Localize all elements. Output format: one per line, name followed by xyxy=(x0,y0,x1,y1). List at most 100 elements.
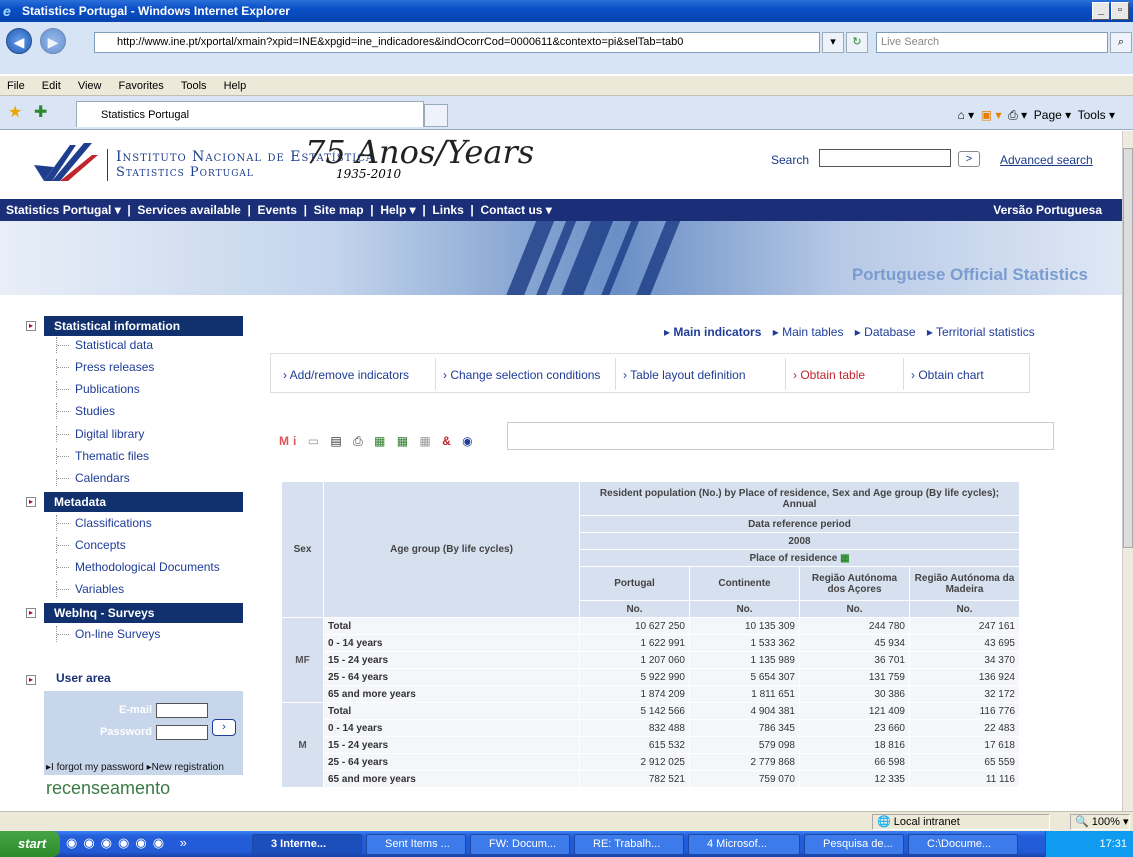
site-search-button[interactable]: > xyxy=(958,151,980,167)
tab-statistics-portugal[interactable]: Statistics Portugal xyxy=(76,101,424,127)
advanced-search-link[interactable]: Advanced search xyxy=(1000,153,1093,167)
expand-icon[interactable]: ▸ xyxy=(26,321,36,331)
sidebar-item-statistical-data[interactable]: Statistical data xyxy=(56,337,153,353)
menu-view[interactable]: View xyxy=(71,76,109,96)
zoom-control[interactable]: 🔍 100% ▾ xyxy=(1070,814,1130,830)
nav-contact[interactable]: Contact us ▾ xyxy=(480,203,551,217)
sidebar-item-online-surveys[interactable]: On-line Surveys xyxy=(56,626,160,642)
print-icon[interactable]: ⎙ ▾ xyxy=(1008,108,1027,122)
login-button[interactable]: › xyxy=(212,719,236,736)
table-row: MF Total 10 627 250 10 135 309 244 780 247 16… xyxy=(281,617,1020,703)
taskbar-item-fw[interactable]: FW: Docum... xyxy=(470,834,570,855)
sidebar-statistical-information[interactable]: Statistical information xyxy=(44,316,243,336)
home-icon[interactable]: ⌂ ▾ xyxy=(957,108,974,122)
back-icon[interactable]: ◀ xyxy=(6,28,32,54)
tab-territorial-statistics[interactable]: ▸ Territorial statistics xyxy=(927,325,1035,339)
tools-menu[interactable]: Tools ▾ xyxy=(1078,108,1115,122)
export-csv-icon[interactable]: ▦ xyxy=(397,434,412,448)
taskbar-item-pesquisa[interactable]: Pesquisa de... xyxy=(804,834,904,855)
tab-main-tables[interactable]: ▸ Main tables xyxy=(773,325,844,339)
favorites-star-icon[interactable]: ★ xyxy=(8,102,22,122)
value-cell: 30 386 xyxy=(799,685,910,703)
taskbar-item-word[interactable]: 4 Microsof... xyxy=(688,834,800,855)
sidebar-item-concepts[interactable]: Concepts xyxy=(56,537,126,553)
scrollbar-thumb[interactable] xyxy=(1123,148,1133,548)
page-menu[interactable]: Page ▾ xyxy=(1034,108,1071,122)
minimize-button[interactable]: _ xyxy=(1092,2,1110,20)
sidebar-metadata[interactable]: Metadata xyxy=(44,492,243,512)
menu-help[interactable]: Help xyxy=(217,76,254,96)
sidebar-webinq[interactable]: WebInq - Surveys xyxy=(44,603,243,623)
quick-launch[interactable]: ◉◉◉◉◉◉ » xyxy=(66,835,193,851)
sidebar-item-studies[interactable]: Studies xyxy=(56,403,115,419)
menu-edit[interactable]: Edit xyxy=(35,76,68,96)
recenseamento-logo[interactable]: recenseamento xyxy=(46,778,170,799)
taskbar-item-sent-items[interactable]: Sent Items ... xyxy=(366,834,466,855)
obtain-table-link[interactable]: › Obtain table xyxy=(793,368,865,382)
nav-site-map[interactable]: Site map xyxy=(314,203,364,217)
obtain-chart-link[interactable]: › Obtain chart xyxy=(911,368,984,382)
col-header: Continente xyxy=(689,566,800,601)
password-label: Password xyxy=(100,726,152,738)
menu-file[interactable]: File xyxy=(0,76,32,96)
versao-portuguesa-link[interactable]: Versão Portuguesa xyxy=(993,199,1102,221)
forward-icon[interactable]: ▶ xyxy=(40,28,66,54)
menu-tools[interactable]: Tools xyxy=(174,76,214,96)
taskbar-item-re[interactable]: RE: Trabalh... xyxy=(574,834,684,855)
nav-events[interactable]: Events xyxy=(258,203,297,217)
sidebar-item-classifications[interactable]: Classifications xyxy=(56,515,152,531)
sidebar-item-variables[interactable]: Variables xyxy=(56,581,124,597)
export-icon[interactable]: ▦ xyxy=(419,434,434,448)
refresh-icon[interactable]: ↻ xyxy=(846,32,868,53)
sidebar-item-methodological-documents[interactable]: Methodological Documents xyxy=(56,559,220,575)
value-cell: 2 912 025 xyxy=(579,753,690,771)
change-selection-link[interactable]: › Change selection conditions xyxy=(443,368,600,382)
expand-icon[interactable]: ▸ xyxy=(26,608,36,618)
add-remove-indicators-link[interactable]: › Add/remove indicators xyxy=(283,368,409,382)
live-search-input[interactable]: Live Search xyxy=(876,32,1108,53)
folder-icon[interactable]: ▭ xyxy=(308,434,323,448)
email-field[interactable] xyxy=(156,703,208,718)
address-dropdown-icon[interactable]: ▾ xyxy=(822,32,844,53)
forgot-password-link[interactable]: ▸I forgot my password ▸New registration xyxy=(46,762,224,773)
web-page: Instituto Nacional de Estatística Statis… xyxy=(0,131,1122,811)
restore-button[interactable]: ▫ xyxy=(1111,2,1129,20)
nav-links[interactable]: Links xyxy=(432,203,463,217)
link-icon[interactable]: & xyxy=(442,434,455,448)
nav-services[interactable]: Services available xyxy=(137,203,240,217)
site-search-input[interactable] xyxy=(819,149,951,167)
new-tab-button[interactable] xyxy=(424,104,448,127)
metainfo-icon[interactable]: Mi xyxy=(279,434,300,448)
nav-help[interactable]: Help ▾ xyxy=(380,203,415,217)
start-button[interactable]: start xyxy=(0,831,60,857)
place-filter-icon[interactable]: ▦ xyxy=(840,553,849,564)
sidebar-item-calendars[interactable]: Calendars xyxy=(56,470,130,486)
print-icon[interactable]: ⎙ xyxy=(353,434,367,448)
info-field xyxy=(507,422,1054,450)
sidebar-item-digital-library[interactable]: Digital library xyxy=(56,426,144,442)
sidebar-item-press-releases[interactable]: Press releases xyxy=(56,359,154,375)
search-icon[interactable]: ⌕ xyxy=(1110,32,1132,53)
expand-icon[interactable]: ▸ xyxy=(26,675,36,685)
tab-database[interactable]: ▸ Database xyxy=(855,325,916,339)
sidebar-item-thematic-files[interactable]: Thematic files xyxy=(56,448,149,464)
table-tools: Mi ▭ ▤ ⎙ ▦ ▦ ▦ & ◉ xyxy=(279,434,477,449)
help-icon[interactable]: ◉ xyxy=(462,434,476,448)
tab-main-indicators[interactable]: ▸ Main indicators xyxy=(664,325,761,339)
export-excel-icon[interactable]: ▦ xyxy=(374,434,389,448)
table-row: 0 - 14 years 832 488 786 345 23 660 22 483 xyxy=(282,719,1020,737)
nav-statistics-portugal[interactable]: Statistics Portugal ▾ xyxy=(6,203,121,217)
taskbar-item-ie[interactable]: 3 Interne... xyxy=(252,834,362,855)
taskbar-item-documents[interactable]: C:\Docume... xyxy=(908,834,1018,855)
password-field[interactable] xyxy=(156,725,208,740)
add-favorite-icon[interactable]: ✚ xyxy=(34,102,47,122)
feeds-icon[interactable]: ▣ ▾ xyxy=(981,108,1002,122)
sidebar-item-publications[interactable]: Publications xyxy=(56,381,140,397)
expand-icon[interactable]: ▸ xyxy=(26,497,36,507)
menu-favorites[interactable]: Favorites xyxy=(112,76,171,96)
table-layout-link[interactable]: › Table layout definition xyxy=(623,368,746,382)
user-area-title: User area xyxy=(56,671,111,685)
address-input[interactable]: http://www.ine.pt/xportal/xmain?xpid=INE… xyxy=(94,32,820,53)
table-row: 25 - 64 years 5 922 990 5 654 307 131 759 13… xyxy=(282,668,1020,686)
save-icon[interactable]: ▤ xyxy=(330,434,345,448)
